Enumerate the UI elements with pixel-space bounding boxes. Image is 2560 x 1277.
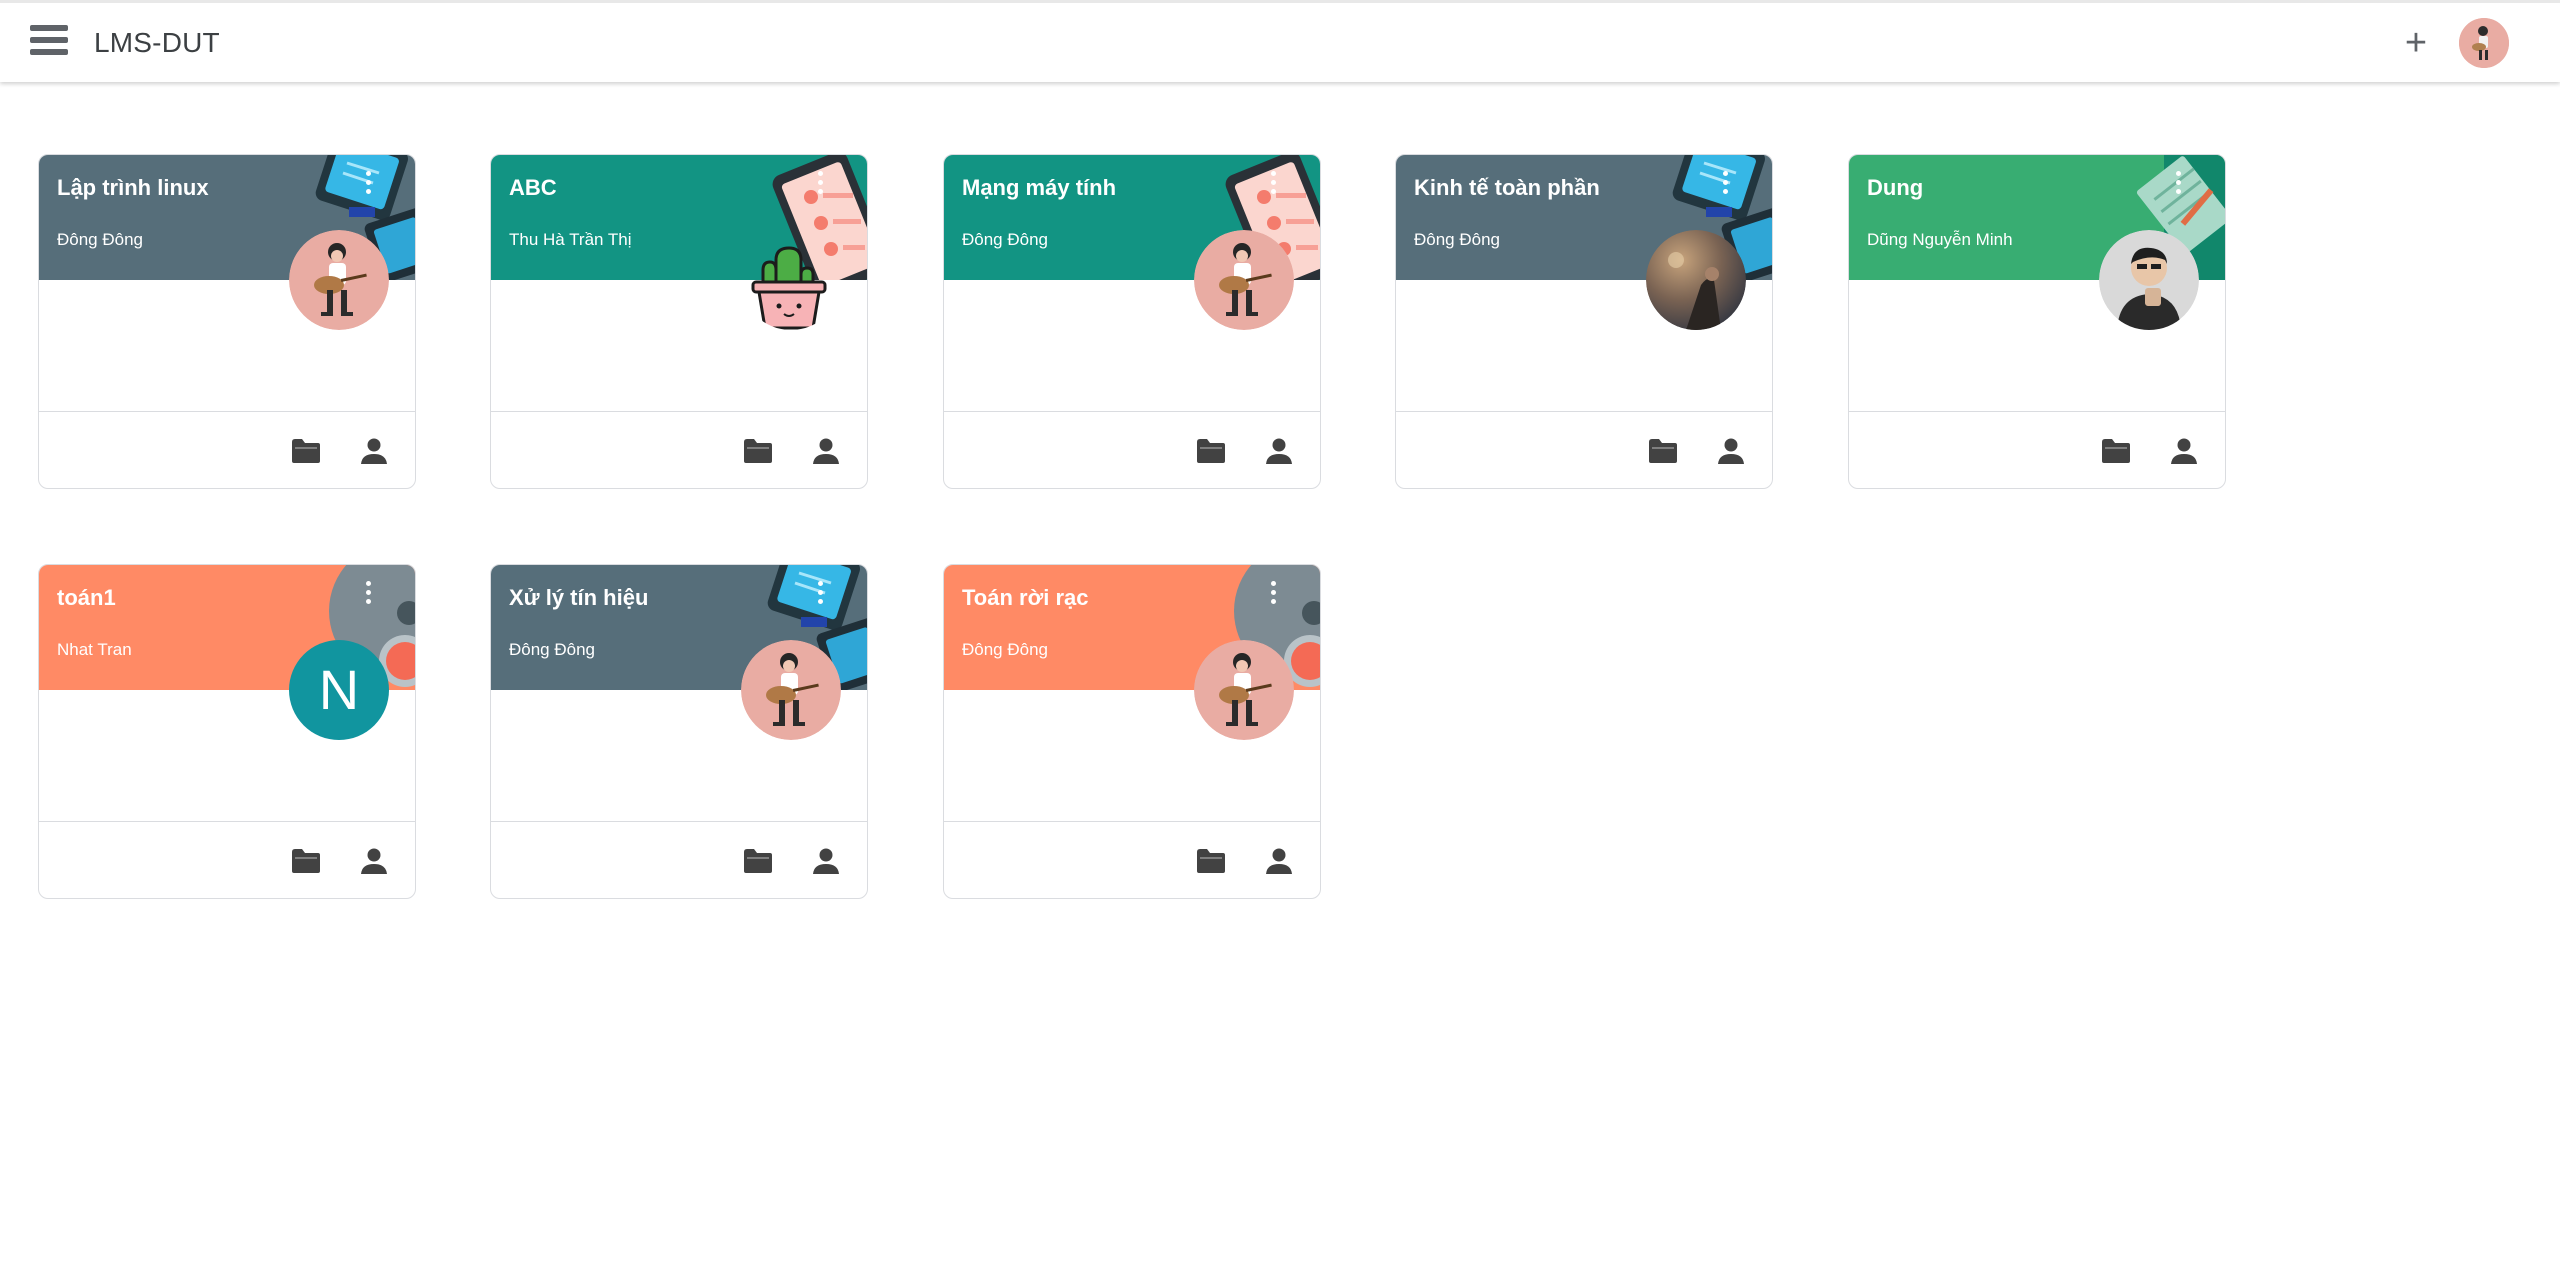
more-options-icon[interactable] [1268,171,1278,199]
class-teacher-name: Thu Hà Trần Thị [509,230,632,249]
class-card[interactable]: toán1 Nhat Tran N [38,564,416,899]
class-card[interactable]: Kinh tế toàn phần Đông Đông [1395,154,1773,489]
class-teacher-name: Đông Đông [57,230,144,249]
class-card[interactable]: ABC Thu Hà Trần Thị [490,154,868,489]
more-options-icon[interactable] [1720,171,1730,199]
teacher-avatar [1194,640,1294,740]
top-app-bar: LMS-DUT + [0,0,2560,82]
folder-icon[interactable] [1194,846,1228,876]
folder-icon[interactable] [741,436,775,466]
more-options-icon[interactable] [815,171,825,199]
app-title[interactable]: LMS-DUT [94,27,220,59]
class-teacher-name: Đông Đông [509,640,596,659]
add-class-button[interactable]: + [2398,21,2434,65]
more-options-icon[interactable] [363,171,373,199]
class-card-footer [491,821,867,898]
class-card[interactable]: Mạng máy tính Đông Đông [943,154,1321,489]
class-card-footer [39,411,415,488]
class-card[interactable]: Toán rời rạc Đông Đông [943,564,1321,899]
folder-icon[interactable] [1194,436,1228,466]
person-icon[interactable] [357,436,391,466]
teacher-avatar: N [289,640,389,740]
class-title-link[interactable]: Mạng máy tính [962,175,1116,201]
more-options-icon[interactable] [2173,171,2183,199]
class-title-link[interactable]: ABC [509,175,557,201]
class-teacher-name: Nhat Tran [57,640,132,659]
class-teacher-name: Dũng Nguyễn Minh [1867,230,2013,249]
teacher-avatar [741,230,841,330]
teacher-avatar [1194,230,1294,330]
person-icon[interactable] [809,846,843,876]
class-teacher-name: Đông Đông [1414,230,1501,249]
class-card[interactable]: Dung Dũng Nguyễn Minh [1848,154,2226,489]
class-title-link[interactable]: Dung [1867,175,1923,201]
user-avatar[interactable] [2459,18,2509,68]
class-card-footer [944,821,1320,898]
class-card-footer [944,411,1320,488]
hamburger-menu-icon[interactable] [30,25,68,61]
person-icon[interactable] [809,436,843,466]
folder-icon[interactable] [289,436,323,466]
person-icon[interactable] [1714,436,1748,466]
class-title-link[interactable]: Toán rời rạc [962,585,1089,611]
folder-icon[interactable] [1646,436,1680,466]
folder-icon[interactable] [289,846,323,876]
class-card-footer [1849,411,2225,488]
person-icon[interactable] [1262,436,1296,466]
class-card-footer [491,411,867,488]
class-teacher-name: Đông Đông [962,640,1049,659]
person-icon[interactable] [1262,846,1296,876]
class-card-footer [39,821,415,898]
person-icon[interactable] [357,846,391,876]
class-title-link[interactable]: toán1 [57,585,116,611]
more-options-icon[interactable] [815,581,825,609]
class-title-link[interactable]: Xử lý tín hiệu [509,585,648,611]
more-options-icon[interactable] [1268,581,1278,609]
folder-icon[interactable] [741,846,775,876]
teacher-avatar [2099,230,2199,330]
class-title-link[interactable]: Kinh tế toàn phần [1414,175,1600,201]
class-teacher-name: Đông Đông [962,230,1049,249]
class-card[interactable]: Lập trình linux Đông Đông [38,154,416,489]
class-title-link[interactable]: Lập trình linux [57,175,209,201]
person-icon[interactable] [2167,436,2201,466]
teacher-avatar [741,640,841,740]
class-card-footer [1396,411,1772,488]
class-card[interactable]: Xử lý tín hiệu Đông Đông [490,564,868,899]
folder-icon[interactable] [2099,436,2133,466]
more-options-icon[interactable] [363,581,373,609]
teacher-avatar [289,230,389,330]
teacher-avatar [1646,230,1746,330]
